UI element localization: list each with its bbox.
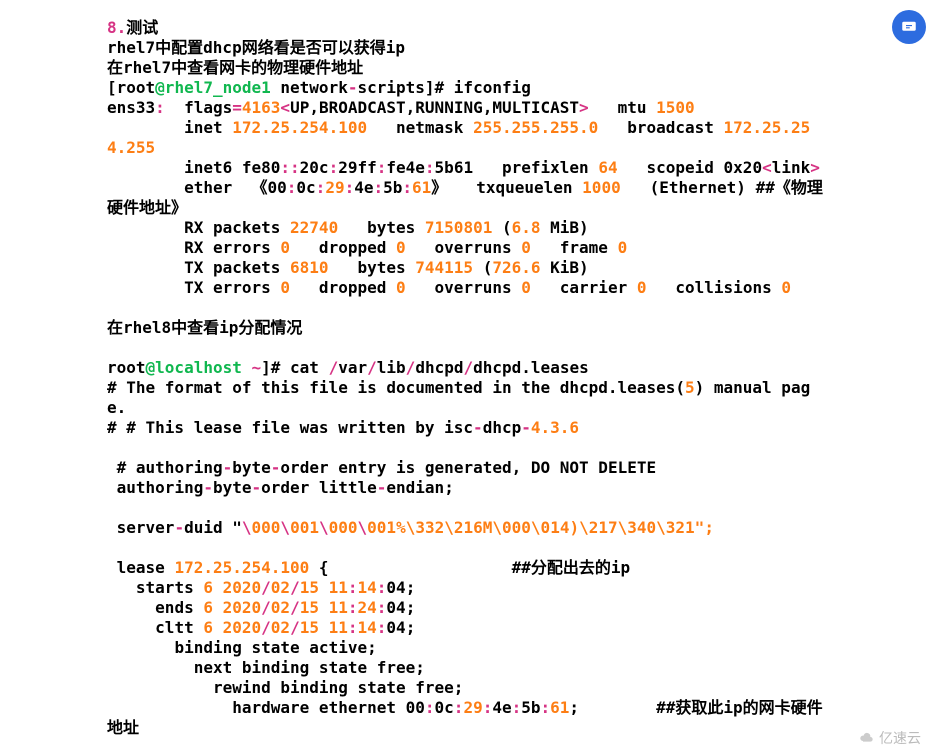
server-duid: server-duid "\000\001\000\001%\332\216M\…: [107, 518, 827, 538]
lease-ends: ends 6 2020/02/15 11:24:04;: [107, 598, 827, 618]
rx-packets: RX packets 22740 bytes 7150801 (6.8 MiB): [107, 218, 827, 238]
desc-1: rhel7中配置dhcp网络看是否可以获得ip: [107, 38, 827, 58]
chat-icon: [900, 18, 918, 36]
heading: 8.测试: [107, 18, 827, 38]
ifconfig-inet: inet 172.25.254.100 netmask 255.255.255.…: [107, 118, 827, 158]
ifconfig-inet6: inet6 fe80::20c:29ff:fe4e:5b61 prefixlen…: [107, 158, 827, 178]
ifconfig-line-1: ens33: flags=4163<UP,BROADCAST,RUNNING,M…: [107, 98, 827, 118]
authoring-2: authoring-byte-order little-endian;: [107, 478, 827, 498]
rx-errors: RX errors 0 dropped 0 overruns 0 frame 0: [107, 238, 827, 258]
desc-2: 在rhel7中查看网卡的物理硬件地址: [107, 58, 827, 78]
help-widget[interactable]: [892, 10, 926, 44]
comment-2: # # This lease file was written by isc-d…: [107, 418, 827, 438]
hw-ether: hardware ethernet 00:0c:29:4e:5b:61; ##获…: [107, 698, 827, 738]
tx-errors: TX errors 0 dropped 0 overruns 0 carrier…: [107, 278, 827, 298]
binding-2: next binding state free;: [107, 658, 827, 678]
blank: [107, 338, 931, 358]
binding-1: binding state active;: [107, 638, 827, 658]
lease-open: lease 172.25.254.100 { ##分配出去的ip: [107, 558, 827, 578]
tx-packets: TX packets 6810 bytes 744115 (726.6 KiB): [107, 258, 827, 278]
binding-3: rewind binding state free;: [107, 678, 827, 698]
blank: [107, 538, 931, 558]
blank: [107, 298, 931, 318]
blank: [107, 438, 931, 458]
watermark: 亿速云: [859, 731, 921, 749]
lease-starts: starts 6 2020/02/15 11:14:04;: [107, 578, 827, 598]
lease-cltt: cltt 6 2020/02/15 11:14:04;: [107, 618, 827, 638]
comment-1: # The format of this file is documented …: [107, 378, 827, 418]
shell-prompt-1: [root@rhel7_node1 network-scripts]# ifco…: [107, 78, 827, 98]
blank: [107, 498, 931, 518]
authoring-1: # authoring-byte-order entry is generate…: [107, 458, 827, 478]
desc-3: 在rhel8中查看ip分配情况: [107, 318, 827, 338]
ifconfig-ether: ether 《00:0c:29:4e:5b:61》 txqueuelen 100…: [107, 178, 827, 218]
cloud-icon: [859, 731, 875, 747]
shell-prompt-2: root@localhost ~]# cat /var/lib/dhcpd/dh…: [107, 358, 827, 378]
